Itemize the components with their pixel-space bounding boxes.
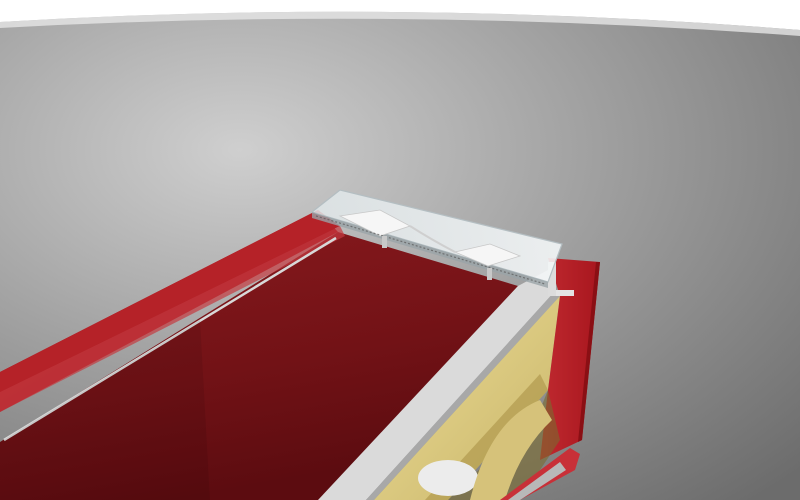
- inner-white-object: [418, 460, 478, 496]
- end-bracket: [556, 290, 574, 296]
- slide-clip-right: [487, 268, 492, 280]
- slide-clip-left: [382, 236, 387, 248]
- rendered-scene: [0, 0, 800, 500]
